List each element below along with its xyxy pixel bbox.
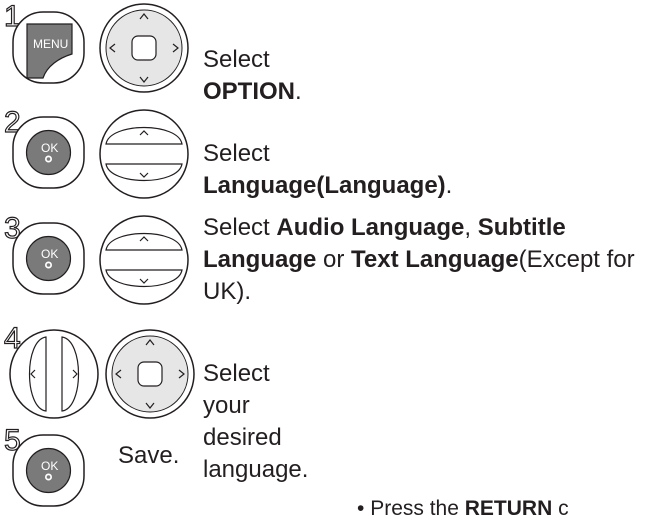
step-text: Save. <box>118 440 179 472</box>
step-text: Select Language(Language). <box>203 138 452 202</box>
note-prefix: Press the <box>370 497 465 520</box>
left-right-button-icon <box>9 329 99 419</box>
step-text-run: Save. <box>118 442 180 469</box>
ok-button-label: OK <box>41 141 58 155</box>
ok-button-icon: OK <box>12 434 85 507</box>
step-text-bold-run: Language(Language) <box>203 172 446 199</box>
step-text-bold-run: Text Language <box>351 246 519 273</box>
ok-button-icon: OK <box>12 116 85 189</box>
step-text-run: or <box>316 246 352 273</box>
step-text-run: . <box>295 78 302 105</box>
step-text-run: , <box>464 214 478 241</box>
step-text: Select OPTION. <box>203 44 302 108</box>
return-note: • Press the RETURN c <box>357 497 569 521</box>
ok-button-icon: OK <box>12 222 85 295</box>
step-text-bold-run: Audio Language <box>276 214 465 241</box>
note-suffix: c <box>552 497 569 520</box>
nav-pad-icon <box>99 3 189 93</box>
up-down-button-icon <box>99 215 189 305</box>
note-bold: RETURN <box>464 497 553 520</box>
menu-button-icon: MENU <box>12 11 85 84</box>
step-text-run: . <box>445 172 453 199</box>
up-down-button-icon <box>99 109 189 199</box>
menu-button-label: MENU <box>33 37 68 51</box>
step-text-run: Select <box>203 46 270 73</box>
step-text: Select Audio Language, Subtitle Language… <box>203 212 643 308</box>
nav-pad-icon <box>105 329 195 419</box>
step-text-bold-run: OPTION <box>203 78 296 105</box>
note-bullet: • <box>357 497 365 520</box>
step-text-run: Select your desired language. <box>203 360 309 483</box>
ok-button-label: OK <box>41 247 58 261</box>
ok-button-label: OK <box>41 459 58 473</box>
step-text-run: Select <box>203 214 277 241</box>
step-text-run: Select <box>203 140 270 167</box>
step-text: Select your desired language. <box>203 358 308 486</box>
